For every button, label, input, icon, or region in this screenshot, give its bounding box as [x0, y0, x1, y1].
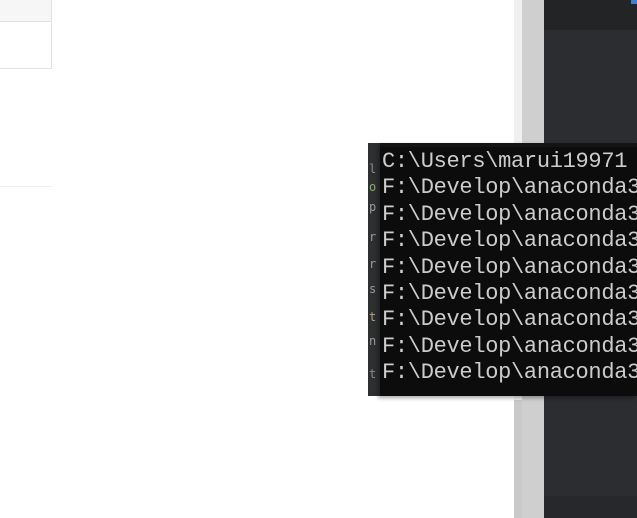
gutter-glyph: o: [369, 180, 377, 194]
editor-tab-bar[interactable]: [544, 0, 637, 30]
list-row[interactable]: [0, 22, 52, 69]
scrollbar-thumb[interactable]: [514, 400, 522, 518]
console-line: F:\Develop\anaconda3: [382, 360, 637, 386]
console-line: F:\Develop\anaconda3: [382, 280, 637, 306]
divider: [0, 186, 52, 187]
gutter-glyph: t: [369, 310, 377, 324]
list-header-row: [0, 0, 52, 22]
gutter-glyph: n: [369, 334, 377, 348]
gutter-glyph: r: [369, 257, 377, 271]
console-line: F:\Develop\anaconda3: [382, 175, 637, 201]
console-line: F:\Develop\anaconda3: [382, 228, 637, 254]
console-line: F:\Develop\anaconda3: [382, 201, 637, 227]
gutter-glyph: s: [369, 282, 377, 296]
gutter-glyph: l: [369, 162, 377, 176]
gutter-glyph: t: [369, 367, 377, 381]
console-output: C:\Users\marui19971 F:\Develop\anaconda3…: [380, 147, 637, 387]
console-window[interactable]: C:\Users\marui19971 F:\Develop\anaconda3…: [380, 143, 637, 396]
console-line: F:\Develop\anaconda3: [382, 333, 637, 359]
active-tab-indicator: [631, 0, 637, 4]
console-line: F:\Develop\anaconda3: [382, 307, 637, 333]
editor-status-bar: [544, 496, 637, 518]
gutter-glyph: r: [369, 230, 377, 244]
console-line: C:\Users\marui19971: [382, 149, 628, 174]
gutter-glyph: p: [369, 200, 377, 214]
console-line: F:\Develop\anaconda3: [382, 254, 637, 280]
